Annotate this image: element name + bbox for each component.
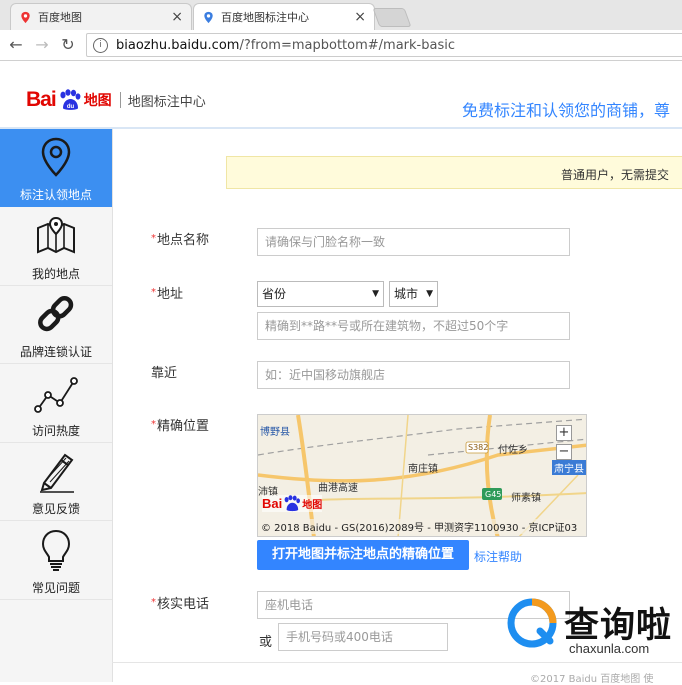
tab-baidu-map-mark-center[interactable]: 百度地图标注中心 × <box>193 3 375 30</box>
logo-text: Bai <box>26 88 57 111</box>
reload-icon[interactable]: ↻ <box>58 35 78 55</box>
or-text: 或 <box>259 635 273 650</box>
baidu-paw-icon: du <box>60 89 81 110</box>
url-host: biaozhu.baidu.com <box>116 37 240 53</box>
map-label: 肃宁县 <box>552 460 586 475</box>
open-map-button[interactable]: 打开地图并标注地点的精确位置 <box>257 540 469 570</box>
new-tab-button[interactable] <box>372 8 412 27</box>
page-footer: ©2017 Baidu 百度地图 使 <box>530 674 654 685</box>
map-label: 付佐乡 <box>498 445 528 456</box>
tab-baidu-map[interactable]: 百度地图 × <box>10 3 192 30</box>
address-detail-input[interactable]: 精确到**路**号或所在建筑物，不超过50个字 <box>257 312 570 340</box>
map-logo-map-text: 地图 <box>302 500 323 511</box>
map-copyright: © 2018 Baidu - GS(2016)2089号 - 甲测资字11009… <box>261 519 578 534</box>
road-badge: S382 <box>468 443 489 452</box>
map-label: 师素镇 <box>511 493 541 504</box>
sidebar-item-label: 品牌连锁认证 <box>19 345 92 359</box>
near-input[interactable]: 如：近中国移动旗舰店 <box>257 361 570 389</box>
dropdown-arrow-icon: ▼ <box>426 289 433 299</box>
back-arrow-icon[interactable]: ← <box>6 35 26 55</box>
notice-text: 普通用户，无需提交 <box>561 168 670 182</box>
tab-label: 百度地图 <box>38 11 82 24</box>
place-name-input[interactable]: 请确保与门脸名称一致 <box>257 228 570 256</box>
province-select[interactable]: 省份 ▼ <box>257 281 384 307</box>
place-name-label: *地点名称 <box>151 233 210 248</box>
city-value: 城市 <box>394 287 419 301</box>
chaxunla-logo-icon <box>507 598 557 648</box>
close-tab-icon[interactable]: × <box>354 9 366 25</box>
map-baidu-logo: Bai 地图 <box>262 495 323 512</box>
road-badge: G45 <box>485 490 502 499</box>
close-tab-icon[interactable]: × <box>171 9 183 25</box>
header-slogan: 免费标注和认领您的商铺，尊 <box>462 101 671 120</box>
sidebar-item-label: 我的地点 <box>31 267 80 281</box>
browser-tab-bar: 百度地图 × 百度地图标注中心 × <box>0 0 682 30</box>
line-trend-icon <box>34 377 78 413</box>
near-label: 靠近 <box>151 366 178 381</box>
svg-text:du: du <box>67 104 75 110</box>
baidu-map-logo[interactable]: Bai du 地图 地图标注中心 <box>26 88 206 112</box>
sidebar-item-brand-chain[interactable]: 品牌连锁认证 <box>0 286 112 364</box>
required-mark: * <box>151 287 156 298</box>
chain-link-icon <box>38 296 74 332</box>
watermark-en-text: chaxunla.com <box>569 641 650 656</box>
mobile-input[interactable]: 手机号码或400电话 <box>278 623 448 651</box>
url-path: /?from=mapbottom#/mark-basic <box>239 37 455 53</box>
zoom-out-button[interactable]: − <box>556 444 572 460</box>
chaxunla-watermark: 查询啦 chaxunla.com <box>506 597 682 659</box>
province-value: 省份 <box>262 287 287 301</box>
baidu-paw-icon <box>284 495 301 512</box>
zoom-in-button[interactable]: + <box>556 425 572 441</box>
sidebar: 标注认领地点 我的地点 品牌连锁认证 访问热度 意见反馈 常见问题 <box>0 129 113 682</box>
sidebar-item-feedback[interactable]: 意见反馈 <box>0 443 112 521</box>
map-logo-text: Bai <box>262 496 283 511</box>
info-icon[interactable]: i <box>93 37 108 53</box>
tab-label: 百度地图标注中心 <box>221 11 309 24</box>
logo-map-text: 地图 <box>83 93 112 109</box>
map-label: 博野县 <box>260 427 290 438</box>
sidebar-item-faq[interactable]: 常见问题 <box>0 522 112 600</box>
lightbulb-icon <box>41 529 71 571</box>
address-toolbar: ← → ↻ i biaozhu.baidu.com /?from=mapbott… <box>0 30 682 61</box>
required-mark: * <box>151 419 156 430</box>
logo-divider <box>119 92 121 108</box>
location-map[interactable]: 博野县 付佐乡 南庄镇 肃宁县 曲港高速 师素镇 沛镇 S382 G45 + −… <box>257 414 587 537</box>
phone-label: *核实电话 <box>151 597 210 612</box>
sidebar-item-label: 标注认领地点 <box>19 188 92 202</box>
required-mark: * <box>151 597 156 608</box>
footer-divider <box>112 662 682 663</box>
city-select[interactable]: 城市 ▼ <box>389 281 438 307</box>
precise-location-label: *精确位置 <box>151 419 210 434</box>
map-label: 曲港高速 <box>318 483 358 494</box>
dropdown-arrow-icon: ▼ <box>372 289 379 299</box>
sidebar-item-mark-place[interactable]: 标注认领地点 <box>0 129 112 207</box>
folded-map-icon <box>37 216 75 254</box>
sidebar-item-label: 访问热度 <box>31 424 80 438</box>
address-label: *地址 <box>151 287 184 302</box>
pencil-icon <box>40 453 74 493</box>
sidebar-item-visit-heat[interactable]: 访问热度 <box>0 365 112 443</box>
mark-help-link[interactable]: 标注帮助 <box>474 548 522 565</box>
sidebar-item-my-places[interactable]: 我的地点 <box>0 208 112 286</box>
map-pin-favicon-icon <box>21 11 30 23</box>
required-mark: * <box>151 233 156 244</box>
sidebar-item-label: 常见问题 <box>31 581 80 595</box>
notice-banner: 普通用户，无需提交 <box>226 156 682 189</box>
url-bar[interactable]: i biaozhu.baidu.com /?from=mapbottom#/ma… <box>86 33 682 57</box>
sidebar-item-label: 意见反馈 <box>31 502 80 516</box>
logo-subtitle: 地图标注中心 <box>127 94 206 110</box>
map-pin-favicon-icon <box>204 11 213 23</box>
forward-arrow-icon[interactable]: → <box>32 35 52 55</box>
map-label: 南庄镇 <box>408 464 438 475</box>
location-pin-icon <box>41 137 71 177</box>
